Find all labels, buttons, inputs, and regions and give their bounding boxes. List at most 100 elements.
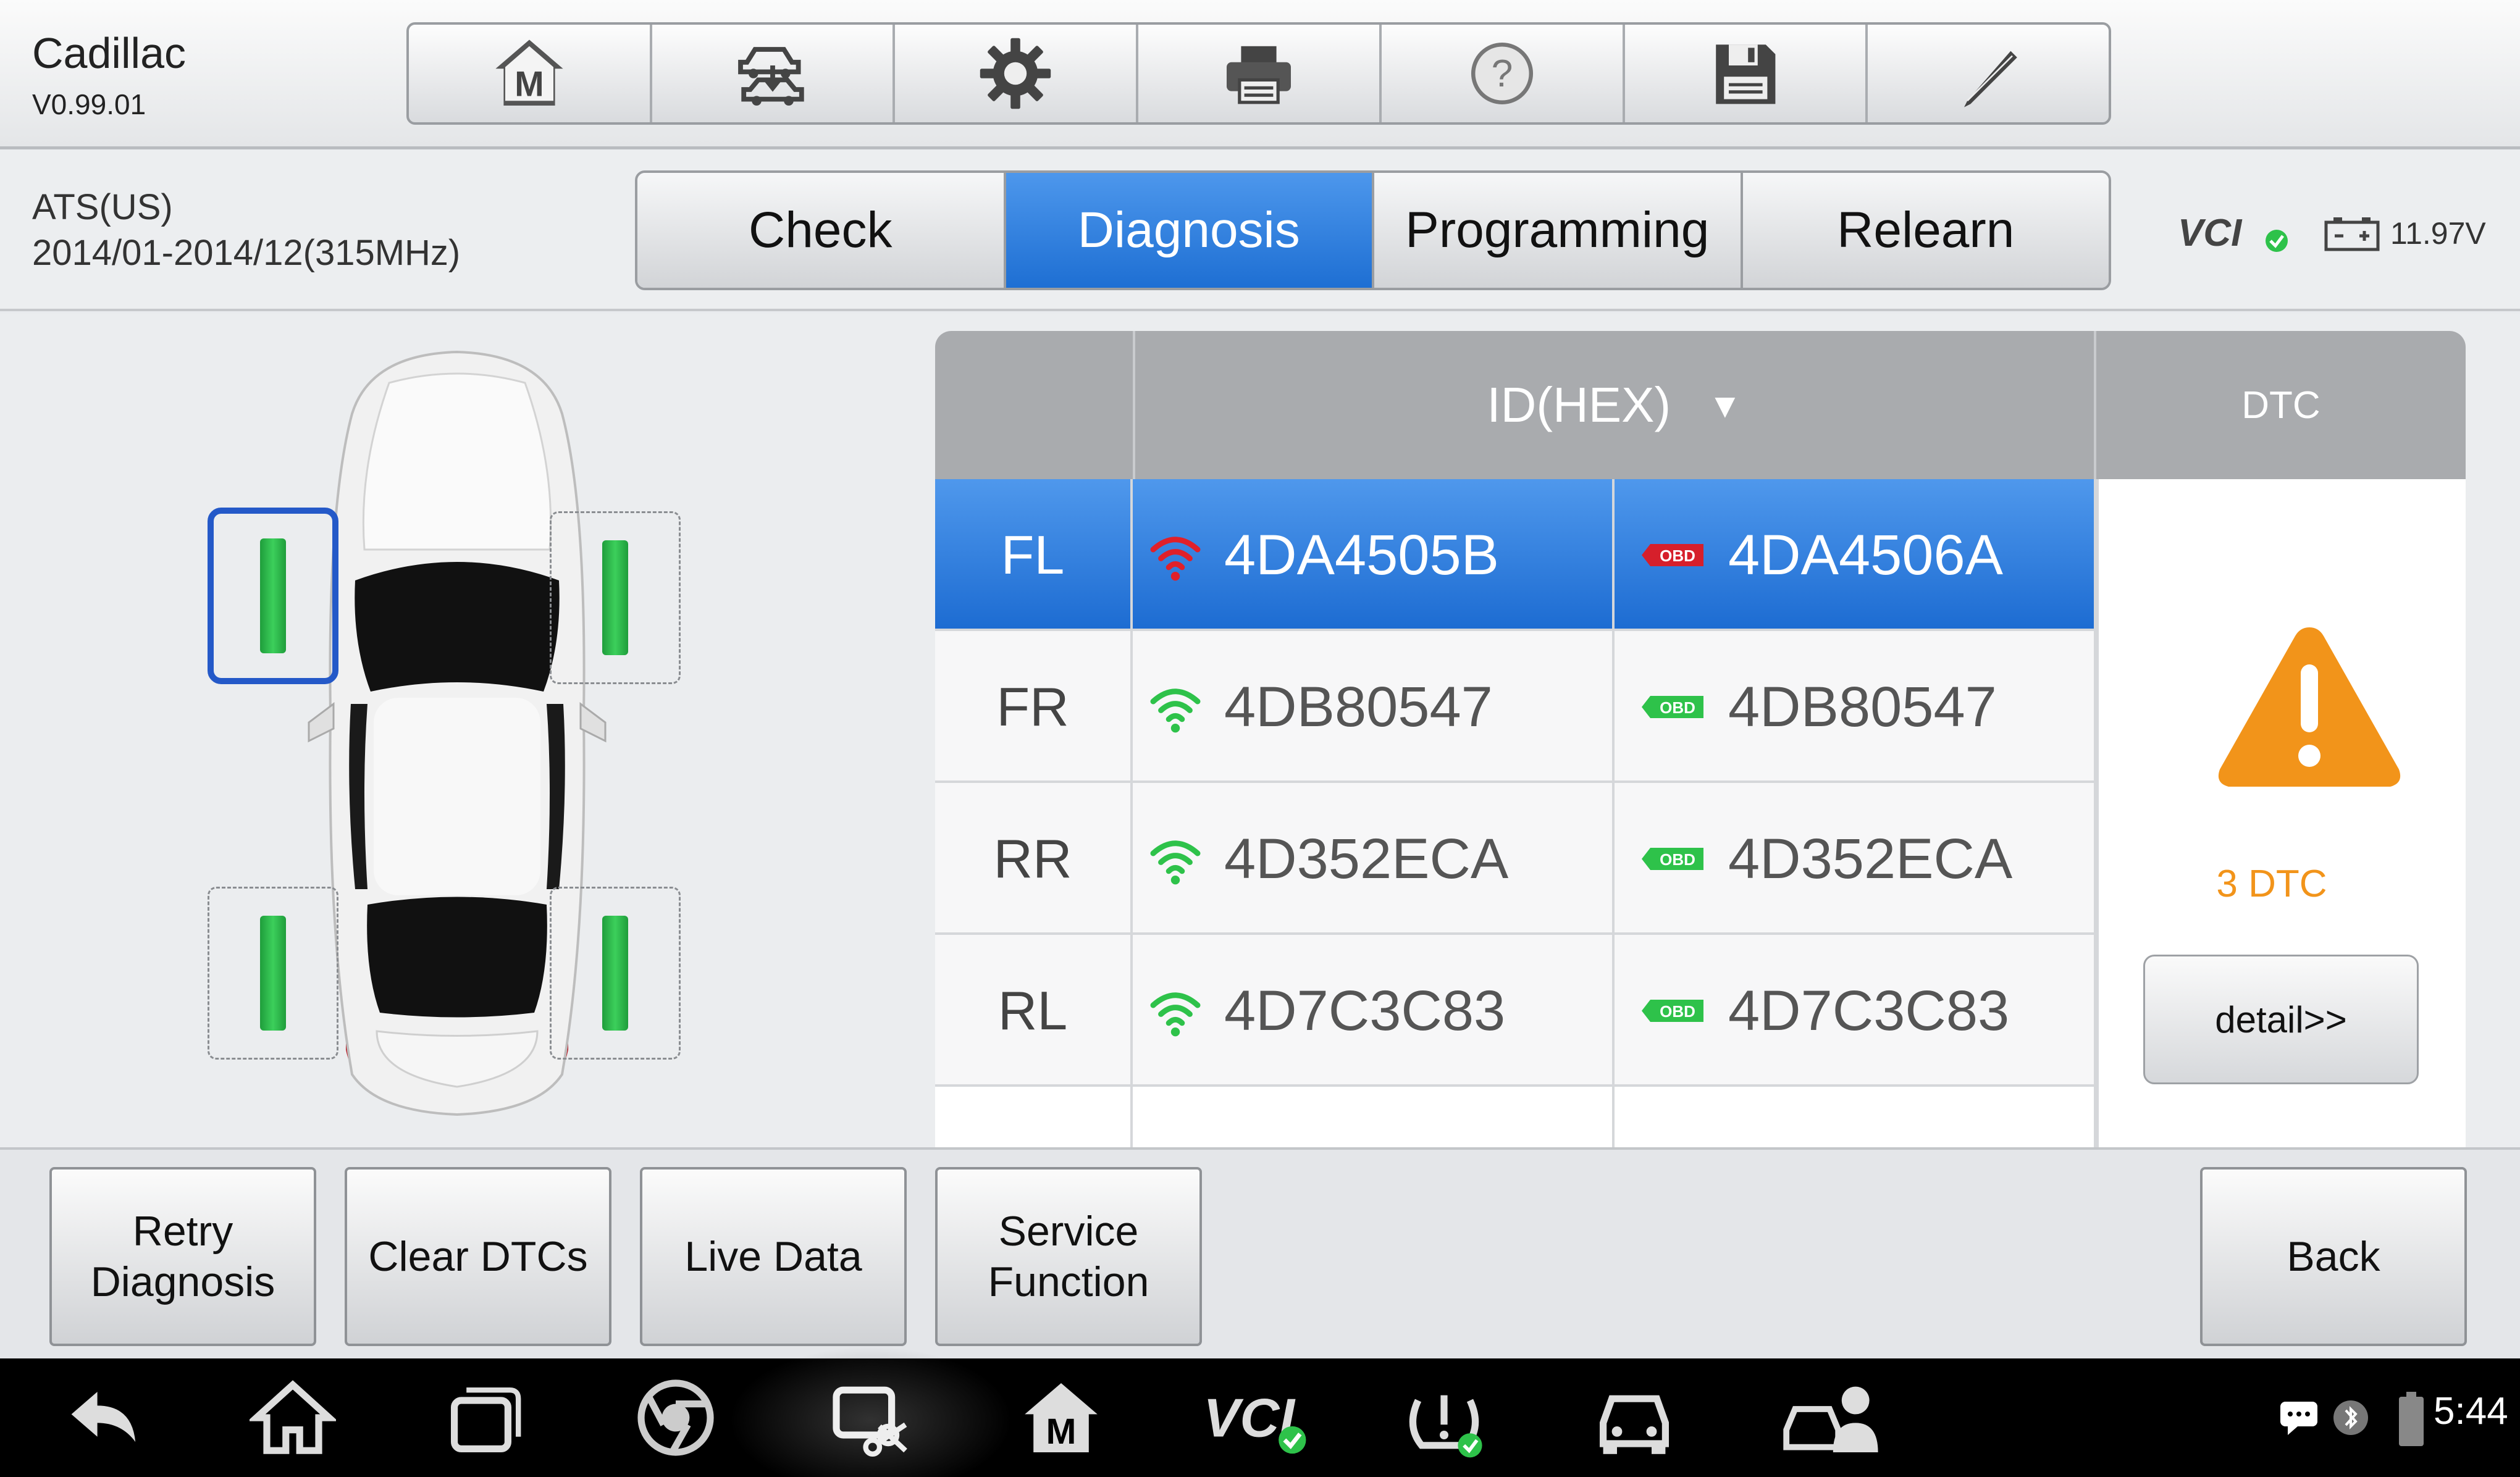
table-row[interactable]: RR 4D352ECA OBD 4D352ECA: [935, 783, 2096, 935]
tab-check[interactable]: Check: [637, 173, 1006, 288]
wheel-rr[interactable]: [550, 887, 681, 1060]
action-bar: Retry Diagnosis Clear DTCs Live Data Serv…: [0, 1147, 2520, 1358]
live-data-button[interactable]: Live Data: [640, 1167, 907, 1346]
vehicle-diagram: [198, 350, 716, 1153]
wheel-fr[interactable]: [550, 511, 681, 684]
settings-gear-icon: [980, 38, 1051, 109]
vehicle-swap-button[interactable]: [652, 25, 896, 122]
wheel-rl[interactable]: [208, 887, 338, 1060]
obd-read-id-cell: OBD 4D7C3C83: [1615, 935, 2096, 1087]
tool-read-id-cell: 4D352ECA: [1133, 783, 1615, 935]
table-row[interactable]: RL 4D7C3C83 OBD 4D7C3C83: [935, 935, 2096, 1087]
table-header: ID(HEX) ▼ DTC: [935, 331, 2466, 479]
empty-cell: [1133, 1087, 1615, 1149]
tool-read-id-cell: 4DA4505B: [1133, 479, 1615, 631]
obd-sensor-id: 4D352ECA: [1728, 827, 2013, 890]
svg-text:?: ?: [1491, 52, 1513, 95]
remote-expert-icon[interactable]: [1779, 1374, 1884, 1461]
table-row-empty: [935, 1087, 2096, 1149]
tire-position: RL: [935, 935, 1133, 1087]
table-row[interactable]: FR 4DB80547 OBD 4DB80547: [935, 631, 2096, 783]
svg-text:M: M: [1046, 1412, 1077, 1452]
tab-diagnosis[interactable]: Diagnosis: [1006, 173, 1374, 288]
service-function-button[interactable]: Service Function: [935, 1167, 1202, 1346]
settings-button[interactable]: [895, 25, 1139, 122]
tab-programming[interactable]: Programming: [1374, 173, 1743, 288]
obd-badge-label: OBD: [1660, 1002, 1695, 1021]
help-icon: ?: [1471, 42, 1533, 105]
message-icon: [2280, 1402, 2317, 1435]
wireless-signal-icon: [1150, 992, 1201, 1037]
maxi-m-icon[interactable]: M: [1018, 1374, 1104, 1461]
edit-button[interactable]: [1868, 25, 2109, 122]
vci-label: VCI: [2178, 212, 2243, 254]
home-icon[interactable]: [250, 1374, 336, 1461]
battery-voltage: 11.97V: [2390, 216, 2486, 251]
toolbar: M ?: [406, 22, 2111, 125]
tool-read-id-cell: 4D7C3C83: [1133, 935, 1615, 1087]
chrome-icon[interactable]: [632, 1374, 719, 1461]
obd-read-id-cell: OBD 4DB80547: [1615, 631, 2096, 783]
detail-button[interactable]: detail>>: [2143, 955, 2419, 1084]
sensor-rows: FL 4DA4505B OBD 4DA4506A FR 4DB80547 OBD…: [935, 479, 2096, 1149]
wireless-signal-icon: [1150, 537, 1201, 581]
retry-diagnosis-button[interactable]: Retry Diagnosis: [49, 1167, 316, 1346]
vci-connected-icon: VCI: [2178, 212, 2288, 254]
obd-sensor-id: 4D7C3C83: [1728, 979, 2010, 1042]
wheel-rl-indicator: [260, 916, 286, 1031]
printer-icon: [1227, 46, 1292, 104]
obd-badge-icon: OBD: [1642, 544, 1703, 566]
system-range: 2014/01-2014/12(315MHz): [32, 233, 461, 273]
print-button[interactable]: [1138, 25, 1382, 122]
system-header: ATS(US) 2014/01-2014/12(315MHz) Check Di…: [0, 149, 2520, 311]
recent-apps-icon[interactable]: [442, 1374, 529, 1461]
wheel-fl-indicator: [260, 538, 286, 653]
table-row[interactable]: FL 4DA4505B OBD 4DA4506A: [935, 479, 2096, 631]
tool-sensor-id: 4D352ECA: [1224, 827, 1509, 890]
home-button[interactable]: M: [409, 25, 652, 122]
sort-dropdown-icon: ▼: [1708, 385, 1742, 425]
back-icon[interactable]: [59, 1374, 146, 1461]
tab-relearn[interactable]: Relearn: [1742, 173, 2109, 288]
tool-read-id-cell: 4DB80547: [1133, 631, 1615, 783]
warning-icon: [2218, 627, 2401, 787]
tire-position: RR: [935, 783, 1133, 935]
id-hex-header[interactable]: ID(HEX) ▼: [1133, 331, 2096, 479]
car-icon[interactable]: [1591, 1374, 1678, 1461]
help-button[interactable]: ?: [1382, 25, 1625, 122]
tool-sensor-id: 4DA4505B: [1224, 523, 1499, 587]
system-nav-bar: M VCI 5:44: [0, 1346, 2520, 1477]
obd-badge-icon: OBD: [1642, 1000, 1703, 1022]
wireless-signal-icon: [1150, 688, 1201, 733]
vci-icon[interactable]: VCI: [1198, 1374, 1309, 1461]
software-version: V0.99.01: [32, 88, 146, 120]
obd-badge-label: OBD: [1660, 698, 1695, 717]
tool-sensor-id: 4DB80547: [1224, 675, 1493, 738]
obd-badge-label: OBD: [1660, 546, 1695, 565]
empty-cell: [1615, 1087, 2096, 1149]
battery-status: 11.97V: [2322, 214, 2486, 253]
battery-icon: [2324, 217, 2380, 251]
wheel-fl[interactable]: [208, 508, 338, 684]
clear-dtcs-button[interactable]: Clear DTCs: [345, 1167, 611, 1346]
save-button[interactable]: [1625, 25, 1868, 122]
sensor-table: ID(HEX) ▼ DTC FL 4DA4505B OBD 4DA4506A F…: [935, 331, 2466, 1153]
screen-record-icon[interactable]: [828, 1374, 914, 1461]
dtc-header: DTC: [2241, 383, 2320, 427]
tool-sensor-id: 4D7C3C83: [1224, 979, 1506, 1042]
wheel-rr-indicator: [602, 916, 628, 1031]
vehicle-name: Cadillac: [32, 29, 186, 77]
tire-position: FR: [935, 631, 1133, 783]
tpms-icon[interactable]: [1401, 1374, 1487, 1461]
dtc-panel: 3 DTC detail>>: [2096, 479, 2466, 1153]
obd-badge-icon: OBD: [1642, 696, 1703, 718]
tire-position: FL: [935, 479, 1133, 631]
svg-text:M: M: [514, 64, 544, 104]
save-icon: [1716, 44, 1776, 104]
obd-badge-label: OBD: [1660, 850, 1695, 869]
back-button[interactable]: Back: [2200, 1167, 2467, 1346]
empty-cell: [935, 1087, 1133, 1149]
dtc-count: 3 DTC: [2216, 863, 2327, 905]
id-hex-label: ID(HEX): [1487, 377, 1671, 432]
vehicle-swap-icon: [737, 47, 804, 106]
